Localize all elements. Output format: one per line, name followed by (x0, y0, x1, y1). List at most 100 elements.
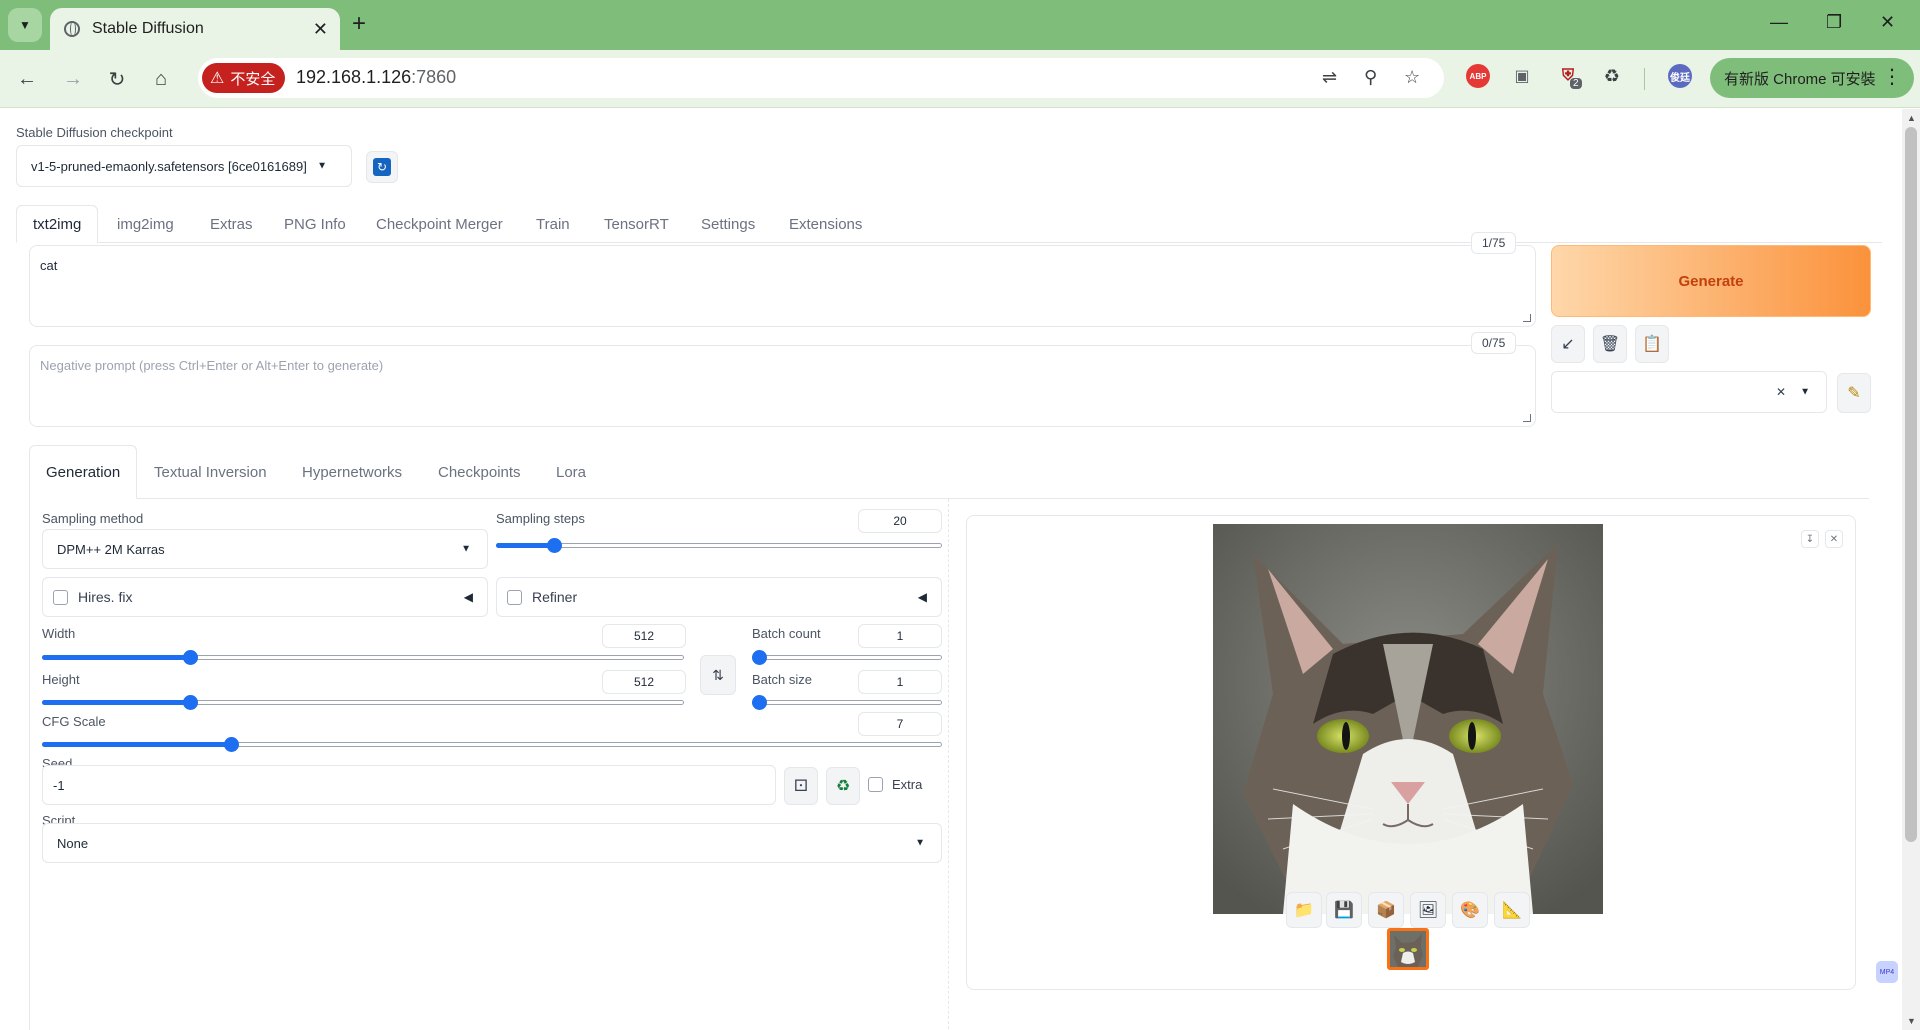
home-icon[interactable]: ⌂ (146, 64, 176, 94)
batch-size-slider[interactable] (752, 694, 942, 710)
resize-handle[interactable] (1523, 414, 1531, 422)
tab-extensions[interactable]: Extensions (789, 205, 862, 243)
profile-avatar[interactable]: 俊廷 (1668, 64, 1692, 88)
sampling-steps-slider[interactable] (496, 537, 942, 553)
refiner-label: Refiner (532, 589, 578, 605)
send-to-img2img-button[interactable]: 🖼 (1410, 892, 1446, 928)
slider-thumb[interactable] (182, 695, 198, 710)
slider-thumb[interactable] (182, 650, 198, 665)
batch-size-input[interactable]: 1 (858, 670, 942, 694)
refiner-accordion[interactable]: Refiner ◀ (496, 577, 942, 617)
generate-button[interactable]: Generate (1551, 245, 1871, 317)
apply-style-button[interactable]: 📋 (1635, 325, 1669, 363)
batch-count-input[interactable]: 1 (858, 624, 942, 648)
edit-styles-button[interactable]: ✎ (1837, 373, 1871, 413)
gallery-thumbnail[interactable] (1387, 928, 1429, 970)
more-menu-icon[interactable]: ⋮ (1882, 64, 1902, 89)
puzzle-extensions-icon[interactable]: ♻ (1600, 64, 1624, 88)
scroll-up-icon[interactable]: ▲ (1907, 113, 1916, 123)
refresh-checkpoint-button[interactable]: ↻ (366, 151, 398, 183)
tab-title: Stable Diffusion (92, 20, 204, 37)
prompt-textarea[interactable]: cat (29, 245, 1536, 327)
generated-image[interactable] (1213, 524, 1603, 914)
seed-input[interactable]: -1 (42, 765, 776, 805)
zoom-icon[interactable]: ⚲ (1364, 67, 1377, 88)
open-folder-button[interactable]: 📁 (1286, 892, 1322, 928)
page-scrollbar[interactable]: ▲ ▼ (1902, 109, 1920, 1030)
batch-count-slider[interactable] (752, 649, 942, 665)
recycle-icon: ♻ (835, 778, 851, 795)
slider-thumb[interactable] (224, 737, 239, 752)
close-window-icon[interactable]: ✕ (1880, 12, 1895, 33)
zip-button[interactable]: 📦 (1368, 892, 1404, 928)
url-port: :7860 (411, 67, 457, 87)
refiner-checkbox[interactable] (507, 589, 522, 605)
script-select[interactable]: None ▼ (42, 823, 942, 863)
cfg-scale-input[interactable]: 7 (858, 712, 942, 736)
chrome-update-button[interactable]: 有新版 Chrome 可安裝 ⋮ (1710, 58, 1914, 98)
forward-icon[interactable]: → (58, 64, 88, 94)
extra-checkbox[interactable] (868, 777, 883, 792)
clear-prompt-button[interactable]: 🗑 (1593, 325, 1627, 363)
restore-icon[interactable]: ❐ (1826, 12, 1842, 33)
tab-textual-inversion[interactable]: Textual Inversion (154, 445, 267, 499)
slider-thumb[interactable] (546, 538, 562, 553)
send-to-inpaint-button[interactable]: 🎨 (1452, 892, 1488, 928)
new-tab-button[interactable]: + (352, 12, 366, 36)
floating-widget-icon[interactable]: MP4 (1876, 961, 1898, 983)
tab-label: Textual Inversion (154, 463, 267, 481)
tab-checkpoints[interactable]: Checkpoints (438, 445, 521, 499)
slider-thumb[interactable] (752, 650, 767, 665)
minimize-icon[interactable]: — (1770, 12, 1788, 33)
tab-img2img[interactable]: img2img (117, 205, 174, 243)
tab-train[interactable]: Train (536, 205, 570, 243)
browser-tab-active[interactable]: Stable Diffusion ✕ (50, 8, 340, 50)
height-input[interactable]: 512 (602, 670, 686, 694)
checkpoint-select[interactable]: v1-5-pruned-emaonly.safetensors [6ce0161… (16, 145, 352, 187)
random-seed-button[interactable]: ⚀ (784, 767, 818, 805)
tab-png-info[interactable]: PNG Info (284, 205, 346, 243)
tab-txt2img[interactable]: txt2img (16, 205, 99, 243)
styles-select[interactable]: ✕ ▼ (1551, 371, 1827, 413)
tab-generation[interactable]: Generation (29, 445, 138, 499)
height-slider[interactable] (42, 694, 684, 710)
bookmark-star-icon[interactable]: ☆ (1404, 67, 1420, 88)
cfg-scale-slider[interactable] (42, 736, 942, 752)
sampling-steps-input[interactable]: 20 (858, 509, 942, 533)
resize-handle[interactable] (1523, 314, 1531, 322)
reload-icon[interactable]: ↻ (102, 64, 132, 94)
width-input[interactable]: 512 (602, 624, 686, 648)
swap-dimensions-button[interactable]: ⇅ (700, 655, 736, 695)
back-icon[interactable]: ← (12, 64, 42, 94)
reuse-seed-button[interactable]: ♻ (826, 767, 860, 805)
negative-prompt-textarea[interactable]: Negative prompt (press Ctrl+Enter or Alt… (29, 345, 1536, 427)
clear-styles-icon[interactable]: ✕ (1776, 385, 1786, 399)
scrollbar-thumb[interactable] (1905, 127, 1917, 842)
close-tab-icon[interactable]: ✕ (313, 19, 328, 40)
adblock-icon[interactable]: ABP (1466, 64, 1490, 88)
tab-settings[interactable]: Settings (701, 205, 755, 243)
send-to-extras-button[interactable]: 📐 (1494, 892, 1530, 928)
batch-size-label: Batch size (752, 672, 812, 687)
translate-icon[interactable]: ⇌ (1322, 67, 1337, 88)
hires-fix-checkbox[interactable] (53, 589, 68, 605)
sampling-method-select[interactable]: DPM++ 2M Karras ▼ (42, 529, 488, 569)
security-chip[interactable]: ⚠ 不安全 (202, 63, 286, 93)
slider-thumb[interactable] (752, 695, 767, 710)
save-button[interactable]: 💾 (1326, 892, 1362, 928)
cast-icon[interactable]: ▣ (1510, 64, 1534, 88)
tab-hypernetworks[interactable]: Hypernetworks (302, 445, 402, 499)
tab-checkpoint-merger[interactable]: Checkpoint Merger (376, 205, 503, 243)
tab-extras[interactable]: Extras (210, 205, 253, 243)
scroll-down-icon[interactable]: ▼ (1907, 1016, 1916, 1026)
close-preview-icon[interactable]: ✕ (1825, 530, 1843, 548)
width-slider[interactable] (42, 649, 684, 665)
read-params-button[interactable]: ↙ (1551, 325, 1585, 363)
webui-page: Stable Diffusion checkpoint v1-5-pruned-… (0, 109, 1902, 1030)
tab-lora[interactable]: Lora (556, 445, 586, 499)
tab-tensorrt[interactable]: TensorRT (604, 205, 669, 243)
tab-search-button[interactable]: ▼ (8, 8, 42, 42)
hires-fix-accordion[interactable]: Hires. fix ◀ (42, 577, 488, 617)
address-bar[interactable]: ⚠ 不安全 192.168.1.126:7860 ⇌ ⚲ ☆ (198, 58, 1444, 98)
download-icon[interactable]: ↧ (1801, 530, 1819, 548)
